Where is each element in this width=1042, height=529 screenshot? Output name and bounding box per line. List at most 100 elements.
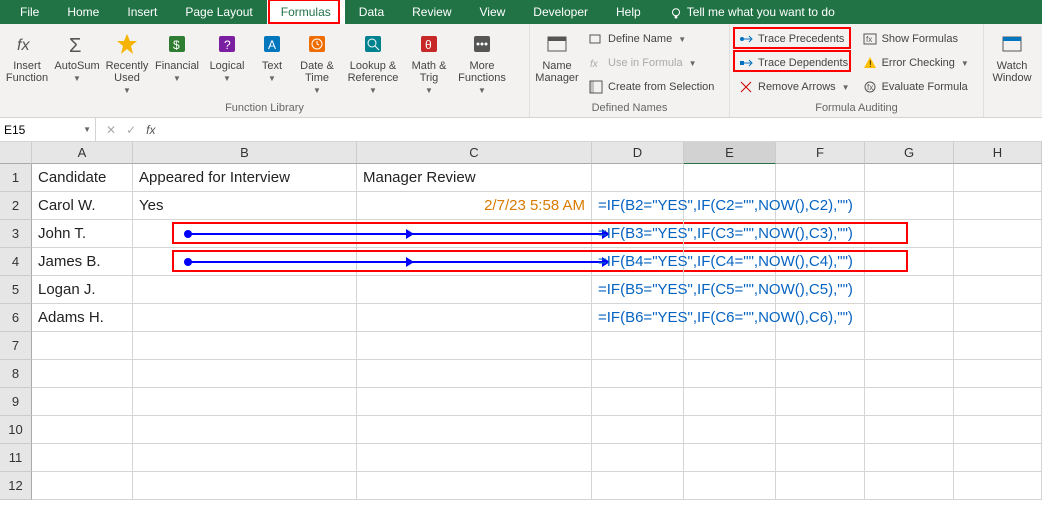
cell-G2[interactable] [865, 192, 954, 220]
logical-button[interactable]: ? Logical ▼ [204, 28, 250, 98]
trace-precedents-button[interactable]: Trace Precedents [734, 28, 854, 50]
recently-used-button[interactable]: Recently Used ▼ [104, 28, 150, 98]
cell-G5[interactable] [865, 276, 954, 304]
cell-C9[interactable] [357, 388, 592, 416]
cell-F11[interactable] [776, 444, 865, 472]
cell-B5[interactable] [133, 276, 357, 304]
cell-F12[interactable] [776, 472, 865, 500]
cell-A6[interactable]: Adams H. [32, 304, 133, 332]
row-header-3[interactable]: 3 [0, 220, 32, 248]
cell-D4[interactable]: =IF(B4="YES",IF(C4="",NOW(),C4),"") [592, 248, 684, 276]
show-formulas-button[interactable]: fx Show Formulas [858, 28, 973, 50]
cell-G10[interactable] [865, 416, 954, 444]
row-header-2[interactable]: 2 [0, 192, 32, 220]
cell-D9[interactable] [592, 388, 684, 416]
autosum-button[interactable]: Σ AutoSum ▼ [54, 28, 100, 98]
cell-D12[interactable] [592, 472, 684, 500]
cell-A8[interactable] [32, 360, 133, 388]
financial-button[interactable]: $ Financial ▼ [154, 28, 200, 98]
cell-B6[interactable] [133, 304, 357, 332]
row-header-1[interactable]: 1 [0, 164, 32, 192]
cell-H1[interactable] [954, 164, 1042, 192]
tab-review[interactable]: Review [398, 0, 465, 24]
math-trig-button[interactable]: θ Math & Trig ▼ [406, 28, 452, 98]
cell-D2[interactable]: =IF(B2="YES",IF(C2="",NOW(),C2),"") [592, 192, 684, 220]
col-header-H[interactable]: H [954, 142, 1042, 164]
cell-H2[interactable] [954, 192, 1042, 220]
row-header-4[interactable]: 4 [0, 248, 32, 276]
cell-H6[interactable] [954, 304, 1042, 332]
cell-D3[interactable]: =IF(B3="YES",IF(C3="",NOW(),C3),"") [592, 220, 684, 248]
cell-D6[interactable]: =IF(B6="YES",IF(C6="",NOW(),C6),"") [592, 304, 684, 332]
cell-G3[interactable] [865, 220, 954, 248]
cell-G6[interactable] [865, 304, 954, 332]
chevron-down-icon[interactable]: ▼ [83, 125, 91, 134]
col-header-D[interactable]: D [592, 142, 684, 164]
lookup-ref-button[interactable]: Lookup & Reference ▼ [344, 28, 402, 98]
col-header-C[interactable]: C [357, 142, 592, 164]
row-header-10[interactable]: 10 [0, 416, 32, 444]
cell-E8[interactable] [684, 360, 776, 388]
col-header-G[interactable]: G [865, 142, 954, 164]
name-manager-button[interactable]: Name Manager [534, 28, 580, 98]
cell-E7[interactable] [684, 332, 776, 360]
col-header-F[interactable]: F [776, 142, 865, 164]
cell-D11[interactable] [592, 444, 684, 472]
cell-H10[interactable] [954, 416, 1042, 444]
cell-C2[interactable]: 2/7/23 5:58 AM [357, 192, 592, 220]
cell-B2[interactable]: Yes [133, 192, 357, 220]
tab-formulas[interactable]: Formulas [267, 0, 345, 24]
tell-me-search[interactable]: Tell me what you want to do [655, 0, 849, 24]
cell-B4[interactable] [133, 248, 357, 276]
cell-H5[interactable] [954, 276, 1042, 304]
insert-function-button[interactable]: fx Insert Function [4, 28, 50, 98]
cell-B1[interactable]: Appeared for Interview [133, 164, 357, 192]
cell-F7[interactable] [776, 332, 865, 360]
row-header-9[interactable]: 9 [0, 388, 32, 416]
row-header-12[interactable]: 12 [0, 472, 32, 500]
date-time-button[interactable]: Date & Time ▼ [294, 28, 340, 98]
tab-help[interactable]: Help [602, 0, 655, 24]
cell-A4[interactable]: James B. [32, 248, 133, 276]
cell-B7[interactable] [133, 332, 357, 360]
cell-A2[interactable]: Carol W. [32, 192, 133, 220]
cell-D7[interactable] [592, 332, 684, 360]
cell-H9[interactable] [954, 388, 1042, 416]
row-header-11[interactable]: 11 [0, 444, 32, 472]
name-box[interactable]: E15 ▼ [0, 118, 96, 141]
text-button[interactable]: A Text ▼ [254, 28, 290, 98]
cell-D8[interactable] [592, 360, 684, 388]
cell-A1[interactable]: Candidate [32, 164, 133, 192]
cell-E1[interactable] [684, 164, 776, 192]
cell-F1[interactable] [776, 164, 865, 192]
error-checking-button[interactable]: ! Error Checking ▼ [858, 52, 973, 74]
col-header-B[interactable]: B [133, 142, 357, 164]
cell-G7[interactable] [865, 332, 954, 360]
cell-C7[interactable] [357, 332, 592, 360]
cell-G4[interactable] [865, 248, 954, 276]
cell-G12[interactable] [865, 472, 954, 500]
cell-F8[interactable] [776, 360, 865, 388]
cell-A12[interactable] [32, 472, 133, 500]
cell-C11[interactable] [357, 444, 592, 472]
formula-input[interactable] [165, 118, 1042, 141]
cell-E10[interactable] [684, 416, 776, 444]
cell-D5[interactable]: =IF(B5="YES",IF(C5="",NOW(),C5),"") [592, 276, 684, 304]
trace-dependents-button[interactable]: Trace Dependents [734, 52, 854, 74]
cell-A5[interactable]: Logan J. [32, 276, 133, 304]
cell-F9[interactable] [776, 388, 865, 416]
cell-C12[interactable] [357, 472, 592, 500]
tab-file[interactable]: File [6, 0, 53, 24]
cell-H4[interactable] [954, 248, 1042, 276]
cell-G8[interactable] [865, 360, 954, 388]
cell-C1[interactable]: Manager Review [357, 164, 592, 192]
cell-E11[interactable] [684, 444, 776, 472]
cell-B9[interactable] [133, 388, 357, 416]
cell-G9[interactable] [865, 388, 954, 416]
cell-D10[interactable] [592, 416, 684, 444]
cell-C8[interactable] [357, 360, 592, 388]
cell-D1[interactable] [592, 164, 684, 192]
cell-G11[interactable] [865, 444, 954, 472]
tab-view[interactable]: View [466, 0, 520, 24]
row-header-8[interactable]: 8 [0, 360, 32, 388]
